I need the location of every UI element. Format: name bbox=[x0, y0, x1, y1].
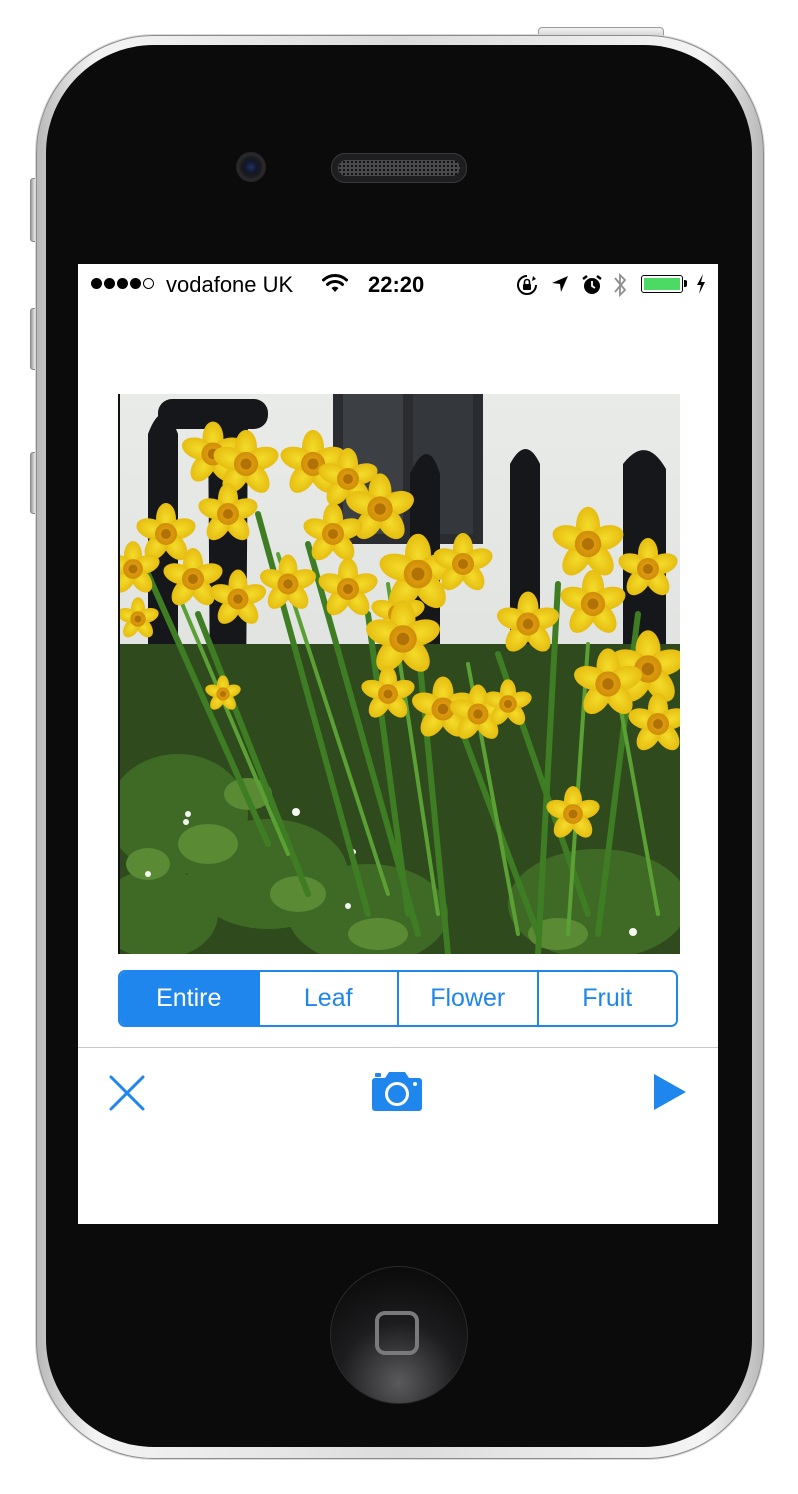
segment-flower[interactable]: Flower bbox=[397, 972, 537, 1025]
camera-icon[interactable] bbox=[371, 1070, 423, 1112]
earpiece-speaker bbox=[331, 153, 467, 183]
device-stage: vodafone UK 22:20 Entire Leaf Flower Fru… bbox=[0, 0, 798, 1494]
carrier-name: vodafone UK bbox=[166, 272, 294, 297]
battery-level bbox=[644, 278, 680, 290]
toolbar-divider bbox=[78, 1047, 718, 1048]
signal-strength-icon bbox=[91, 278, 154, 289]
front-camera bbox=[236, 152, 266, 182]
segment-entire[interactable]: Entire bbox=[120, 972, 258, 1025]
screen: vodafone UK 22:20 Entire Leaf Flower Fru… bbox=[78, 264, 718, 1224]
battery-icon bbox=[641, 275, 687, 293]
segment-leaf[interactable]: Leaf bbox=[257, 972, 397, 1025]
home-button[interactable] bbox=[330, 1266, 468, 1404]
status-time: 22:20 bbox=[368, 272, 425, 297]
rotation-lock-icon bbox=[517, 275, 537, 295]
wifi-icon bbox=[322, 274, 348, 292]
organ-segmented-control: Entire Leaf Flower Fruit bbox=[118, 970, 678, 1027]
bluetooth-icon bbox=[614, 272, 627, 298]
plant-photo bbox=[118, 394, 680, 954]
alarm-icon bbox=[582, 275, 602, 294]
home-square-icon bbox=[375, 1311, 419, 1355]
play-icon[interactable] bbox=[652, 1072, 688, 1112]
close-icon[interactable] bbox=[108, 1074, 146, 1112]
segment-fruit[interactable]: Fruit bbox=[536, 972, 676, 1025]
charging-icon bbox=[697, 274, 705, 294]
location-icon bbox=[552, 276, 568, 292]
daffodil-image bbox=[118, 394, 680, 954]
status-bar: vodafone UK 22:20 bbox=[78, 264, 718, 304]
